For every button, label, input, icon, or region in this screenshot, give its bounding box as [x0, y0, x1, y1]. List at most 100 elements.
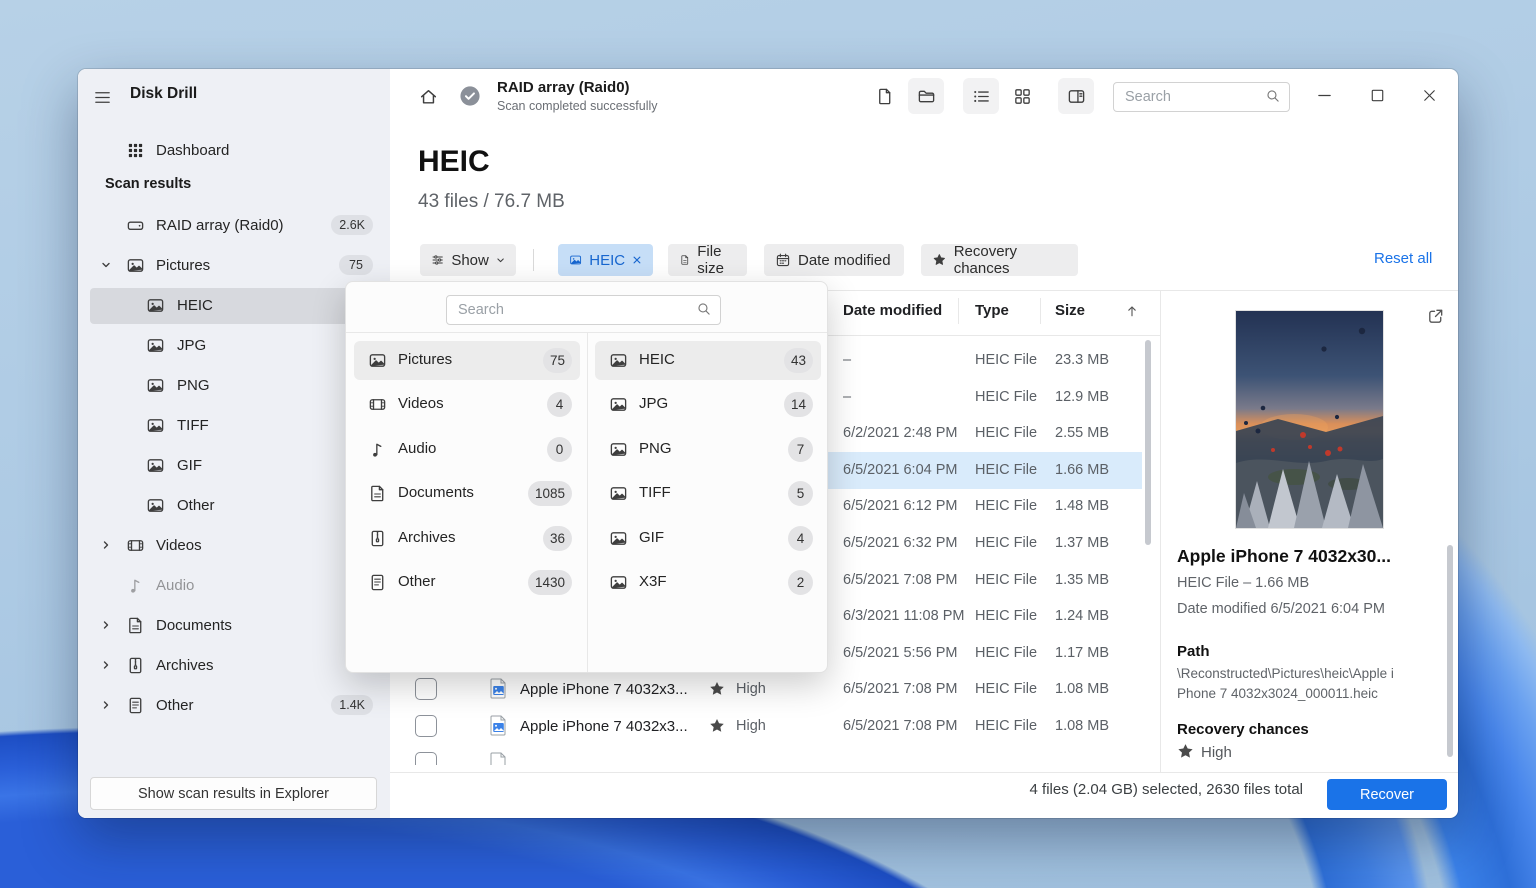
row-checkbox[interactable] — [415, 678, 437, 700]
sidebar-item-png[interactable]: PNG — [78, 366, 390, 406]
global-search-input[interactable] — [1123, 83, 1250, 111]
file-name: Apple iPhone 7 4032x3... — [520, 718, 688, 735]
row-checkbox[interactable] — [415, 752, 437, 765]
file-row[interactable]: Apple iPhone 7 4032x3... High 6/5/2021 7… — [390, 708, 1160, 745]
chevron-right-icon[interactable] — [100, 659, 112, 671]
chevron-down-icon — [497, 257, 504, 262]
file-icon — [490, 752, 507, 765]
type-jpg[interactable]: JPG 14 — [595, 385, 821, 424]
chevron-right-icon[interactable] — [100, 699, 112, 711]
recovery-chances-label: Recovery chances — [1177, 721, 1309, 738]
folder-view-button[interactable] — [908, 78, 944, 114]
sidebar-item-tiff[interactable]: TIFF — [78, 406, 390, 446]
type-tiff[interactable]: TIFF 5 — [595, 474, 821, 513]
column-header-date-modified[interactable]: Date modified — [843, 302, 942, 319]
maximize-button[interactable] — [1368, 86, 1387, 105]
recovery-chance-label: High — [736, 681, 766, 697]
category-pictures[interactable]: Pictures 75 — [354, 341, 580, 380]
home-icon[interactable] — [418, 86, 439, 107]
sidebar-item-heic[interactable]: HEIC — [78, 286, 390, 326]
other-file-icon — [126, 696, 145, 715]
heic-file-icon — [490, 678, 507, 699]
remove-filter-icon[interactable] — [632, 254, 642, 266]
file-view-button[interactable] — [866, 78, 902, 114]
page-title: HEIC — [418, 145, 490, 178]
recover-button[interactable]: Recover — [1327, 779, 1447, 810]
recovery-chance-label: High — [736, 718, 766, 734]
sidebar-item-pictures[interactable]: Pictures 75 — [78, 246, 390, 286]
type-gif[interactable]: GIF 4 — [595, 519, 821, 558]
file-size-filter-button[interactable]: File size — [668, 243, 747, 277]
sidebar-item-other[interactable]: Other 1.4K — [78, 686, 390, 726]
recovery-chances-filter-button[interactable]: Recovery chances — [921, 243, 1078, 277]
show-filter-button[interactable]: Show — [420, 244, 516, 276]
picture-icon — [570, 255, 582, 265]
sidebar-item-raid-array[interactable]: RAID array (Raid0) 2.6K — [78, 206, 390, 246]
category-documents[interactable]: Documents 1085 — [354, 474, 580, 513]
audio-note-icon — [368, 440, 387, 459]
archive-zip-icon — [126, 656, 145, 675]
recovery-star-icon — [708, 717, 726, 735]
list-view-button[interactable] — [963, 78, 999, 114]
video-icon — [126, 536, 145, 555]
calendar-icon — [776, 253, 790, 267]
preview-panel-button[interactable] — [1058, 78, 1094, 114]
panel-divider — [1160, 290, 1161, 772]
scan-status: Scan completed successfully — [497, 99, 658, 113]
file-row-partial[interactable] — [390, 745, 1160, 765]
file-icon — [681, 255, 689, 265]
category-videos[interactable]: Videos 4 — [354, 385, 580, 424]
row-checkbox[interactable] — [415, 715, 437, 737]
minimize-button[interactable] — [1315, 86, 1334, 105]
heic-file-icon — [490, 715, 507, 736]
date-modified-filter-button[interactable]: Date modified — [764, 244, 904, 276]
picture-icon — [609, 395, 628, 414]
count-pill: 36 — [542, 526, 572, 551]
file-row[interactable]: Apple iPhone 7 4032x3... High 6/5/2021 7… — [390, 671, 1160, 708]
recovery-star-icon — [708, 680, 726, 698]
sidebar-item-archives[interactable]: Archives — [78, 646, 390, 686]
archive-zip-icon — [368, 529, 387, 548]
search-icon — [696, 301, 712, 317]
file-list-scrollbar[interactable] — [1145, 340, 1151, 545]
category-audio[interactable]: Audio 0 — [354, 430, 580, 469]
category-archives[interactable]: Archives 36 — [354, 519, 580, 558]
sidebar-item-dashboard[interactable]: Dashboard — [78, 131, 390, 171]
chevron-right-icon[interactable] — [100, 619, 112, 631]
preview-panel-scrollbar[interactable] — [1447, 545, 1453, 757]
footer-divider — [390, 772, 1458, 773]
column-header-type[interactable]: Type — [975, 302, 1009, 319]
type-png[interactable]: PNG 7 — [595, 430, 821, 469]
sidebar-item-jpg[interactable]: JPG — [78, 326, 390, 366]
type-heic[interactable]: HEIC 43 — [595, 341, 821, 380]
count-badge: 1.4K — [331, 695, 373, 715]
sidebar-item-documents[interactable]: Documents — [78, 606, 390, 646]
grid-view-button[interactable] — [1004, 78, 1040, 114]
count-pill: 14 — [783, 392, 813, 417]
reset-all-button[interactable]: Reset all — [1374, 250, 1432, 267]
path-label: Path — [1177, 643, 1210, 660]
hamburger-menu-icon[interactable] — [93, 88, 112, 107]
sort-ascending-icon[interactable] — [1124, 303, 1140, 319]
sidebar-item-gif[interactable]: GIF — [78, 446, 390, 486]
show-in-explorer-button[interactable]: Show scan results in Explorer — [90, 777, 377, 810]
category-other[interactable]: Other 1430 — [354, 563, 580, 602]
type-x3f[interactable]: X3F 2 — [595, 563, 821, 602]
picture-icon — [126, 256, 145, 275]
popover-search-input[interactable] — [456, 296, 652, 324]
chevron-right-icon[interactable] — [100, 539, 112, 551]
column-header-size[interactable]: Size — [1055, 302, 1085, 319]
picture-icon — [368, 351, 387, 370]
preview-file-title: Apple iPhone 7 4032x30... — [1177, 546, 1391, 566]
show-filter-popover: Pictures 75 Videos 4 Audio 0 Documents 1… — [345, 281, 828, 673]
count-pill: 43 — [783, 348, 813, 373]
count-pill: 4 — [547, 392, 572, 417]
close-button[interactable] — [1420, 86, 1439, 105]
filter-separator — [533, 249, 534, 271]
open-preview-external-icon[interactable] — [1426, 307, 1445, 326]
heic-filter-chip[interactable]: HEIC — [558, 244, 653, 276]
sidebar-item-pictures-other[interactable]: Other — [78, 486, 390, 526]
sidebar-item-videos[interactable]: Videos — [78, 526, 390, 566]
chevron-down-icon[interactable] — [100, 259, 112, 271]
count-pill: 2 — [788, 570, 813, 595]
